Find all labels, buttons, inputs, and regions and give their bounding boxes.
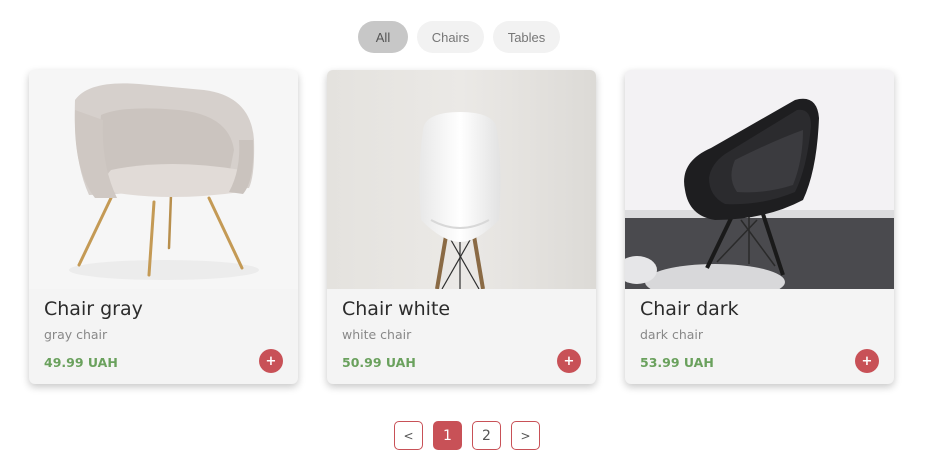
product-image-dark-chair xyxy=(625,70,894,289)
next-page-button[interactable]: > xyxy=(511,421,540,450)
product-price: 49.99 UAH xyxy=(44,355,118,370)
product-subtitle: gray chair xyxy=(44,327,108,342)
product-image-white-chair xyxy=(327,70,596,289)
product-image-gray-chair xyxy=(29,70,298,289)
product-card-dark-chair[interactable]: Chair dark dark chair 53.99 UAH + xyxy=(625,70,894,384)
product-subtitle: dark chair xyxy=(640,327,704,342)
page-button-2[interactable]: 2 xyxy=(472,421,501,450)
product-title: Chair gray xyxy=(44,298,143,320)
product-price: 50.99 UAH xyxy=(342,355,416,370)
product-title: Chair white xyxy=(342,298,451,320)
product-title: Chair dark xyxy=(640,298,739,320)
add-to-cart-button[interactable]: + xyxy=(557,349,581,373)
add-to-cart-button[interactable]: + xyxy=(259,349,283,373)
product-price: 53.99 UAH xyxy=(640,355,714,370)
product-card-white-chair[interactable]: Chair white white chair 50.99 UAH + xyxy=(327,70,596,384)
filter-all[interactable]: All xyxy=(358,21,408,53)
product-subtitle: white chair xyxy=(342,327,412,342)
category-filter-bar: All Chairs Tables xyxy=(358,21,560,53)
filter-chairs[interactable]: Chairs xyxy=(417,21,484,53)
pagination: < 1 2 > xyxy=(394,421,540,450)
product-card-gray-chair[interactable]: Chair gray gray chair 49.99 UAH + xyxy=(29,70,298,384)
prev-page-button[interactable]: < xyxy=(394,421,423,450)
add-to-cart-button[interactable]: + xyxy=(855,349,879,373)
filter-tables[interactable]: Tables xyxy=(493,21,560,53)
page-button-1[interactable]: 1 xyxy=(433,421,462,450)
